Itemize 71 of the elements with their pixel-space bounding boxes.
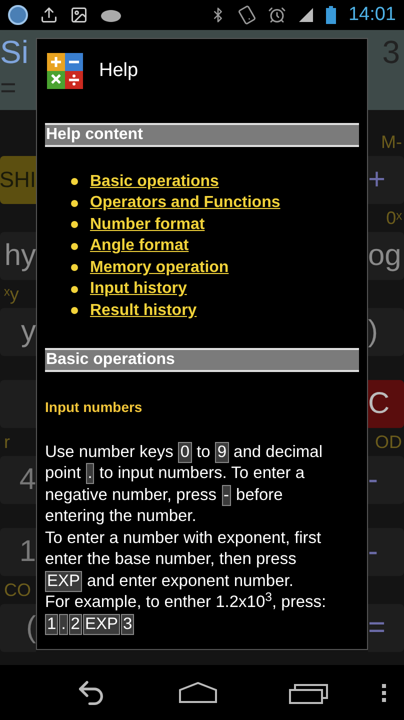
key-caption: OD [375, 430, 403, 454]
bullet-icon [71, 264, 78, 272]
equals-sign: = [0, 74, 18, 102]
help-text: To enter a number with exponent, first [45, 528, 322, 548]
calculator-key[interactable]: 4 [0, 456, 36, 504]
calculator-key[interactable]: ( [0, 604, 36, 652]
calculator-key[interactable]: - [368, 528, 404, 576]
key-chip: 3 [121, 614, 134, 634]
key-caption: ˣy [3, 282, 19, 306]
dialog-title: Help [99, 58, 138, 83]
battery-icon [326, 6, 336, 24]
alarm-icon [268, 6, 286, 24]
bullet-icon [71, 242, 78, 250]
help-link[interactable]: Basic operations [90, 170, 219, 194]
app-logo-icon [8, 5, 28, 25]
key-chip: 9 [215, 442, 229, 463]
recent-apps-icon[interactable] [288, 682, 329, 704]
calculator-key[interactable]: og [368, 232, 404, 280]
key-chip: . [86, 463, 94, 484]
bullet-icon [71, 178, 78, 186]
help-text: Use number keys [45, 442, 174, 462]
signal-icon [298, 7, 314, 23]
help-link[interactable]: Memory operation [90, 256, 229, 280]
help-text: and decimal [234, 442, 323, 462]
key-caption: r [3, 430, 10, 454]
subheading: Input numbers [45, 398, 144, 417]
help-link[interactable]: Result history [90, 298, 197, 323]
bullet-icon [71, 307, 78, 314]
home-icon[interactable] [178, 682, 218, 704]
help-text: before [236, 484, 283, 506]
key-chip: 1 [45, 614, 58, 634]
help-link[interactable]: Number format [90, 212, 205, 237]
key-chip: 2 [68, 614, 82, 634]
key-caption: M- [381, 130, 403, 154]
calculator-key[interactable]: ) [368, 308, 404, 356]
help-text: For example, to enther 1.2x10$^{3}$, press: [45, 592, 326, 613]
key-chip: EXP [45, 570, 82, 592]
key-caption: CO [3, 578, 31, 602]
bullet-icon [71, 200, 78, 207]
image-icon [70, 6, 88, 24]
calculator-app-icon [47, 53, 83, 89]
key-chip: - [222, 484, 232, 506]
key-chip: . [59, 614, 68, 634]
key-caption: 0ˣ [386, 206, 403, 230]
bullet-icon [71, 286, 78, 293]
section-heading: Help content [45, 123, 359, 147]
calculator-key[interactable]: - [368, 456, 404, 504]
calculator-key[interactable]: + [368, 156, 404, 204]
bullet-icon [71, 221, 78, 228]
help-text: negative number, press [45, 484, 217, 506]
help-link[interactable]: Input history [90, 277, 187, 302]
help-text: and enter exponent number. [87, 570, 294, 592]
clock-time: 14:01 [348, 2, 396, 27]
calculator-key[interactable]: 1 [0, 528, 36, 576]
calculator-key[interactable]: = [368, 604, 404, 652]
expression-text: Si [0, 33, 28, 72]
calculator-key[interactable]: hy [0, 232, 36, 280]
help-text: point [45, 463, 81, 484]
upload-icon [40, 6, 58, 24]
section-heading: Basic operations [45, 348, 359, 372]
help-text: to input numbers. To enter a [99, 463, 305, 484]
menu-icon[interactable] [382, 684, 386, 702]
calculator-key[interactable]: y [0, 308, 36, 356]
help-link[interactable]: Angle format [90, 234, 189, 258]
help-text: entering the number. [45, 506, 196, 527]
key-chip: 0 [178, 442, 192, 463]
calculator-key[interactable]: C [368, 380, 404, 428]
help-link[interactable]: Operators and Functions [90, 191, 280, 216]
help-text: enter the base number, then press [45, 549, 296, 570]
key-chip: EXP [82, 614, 120, 634]
help-text: to [196, 442, 210, 462]
